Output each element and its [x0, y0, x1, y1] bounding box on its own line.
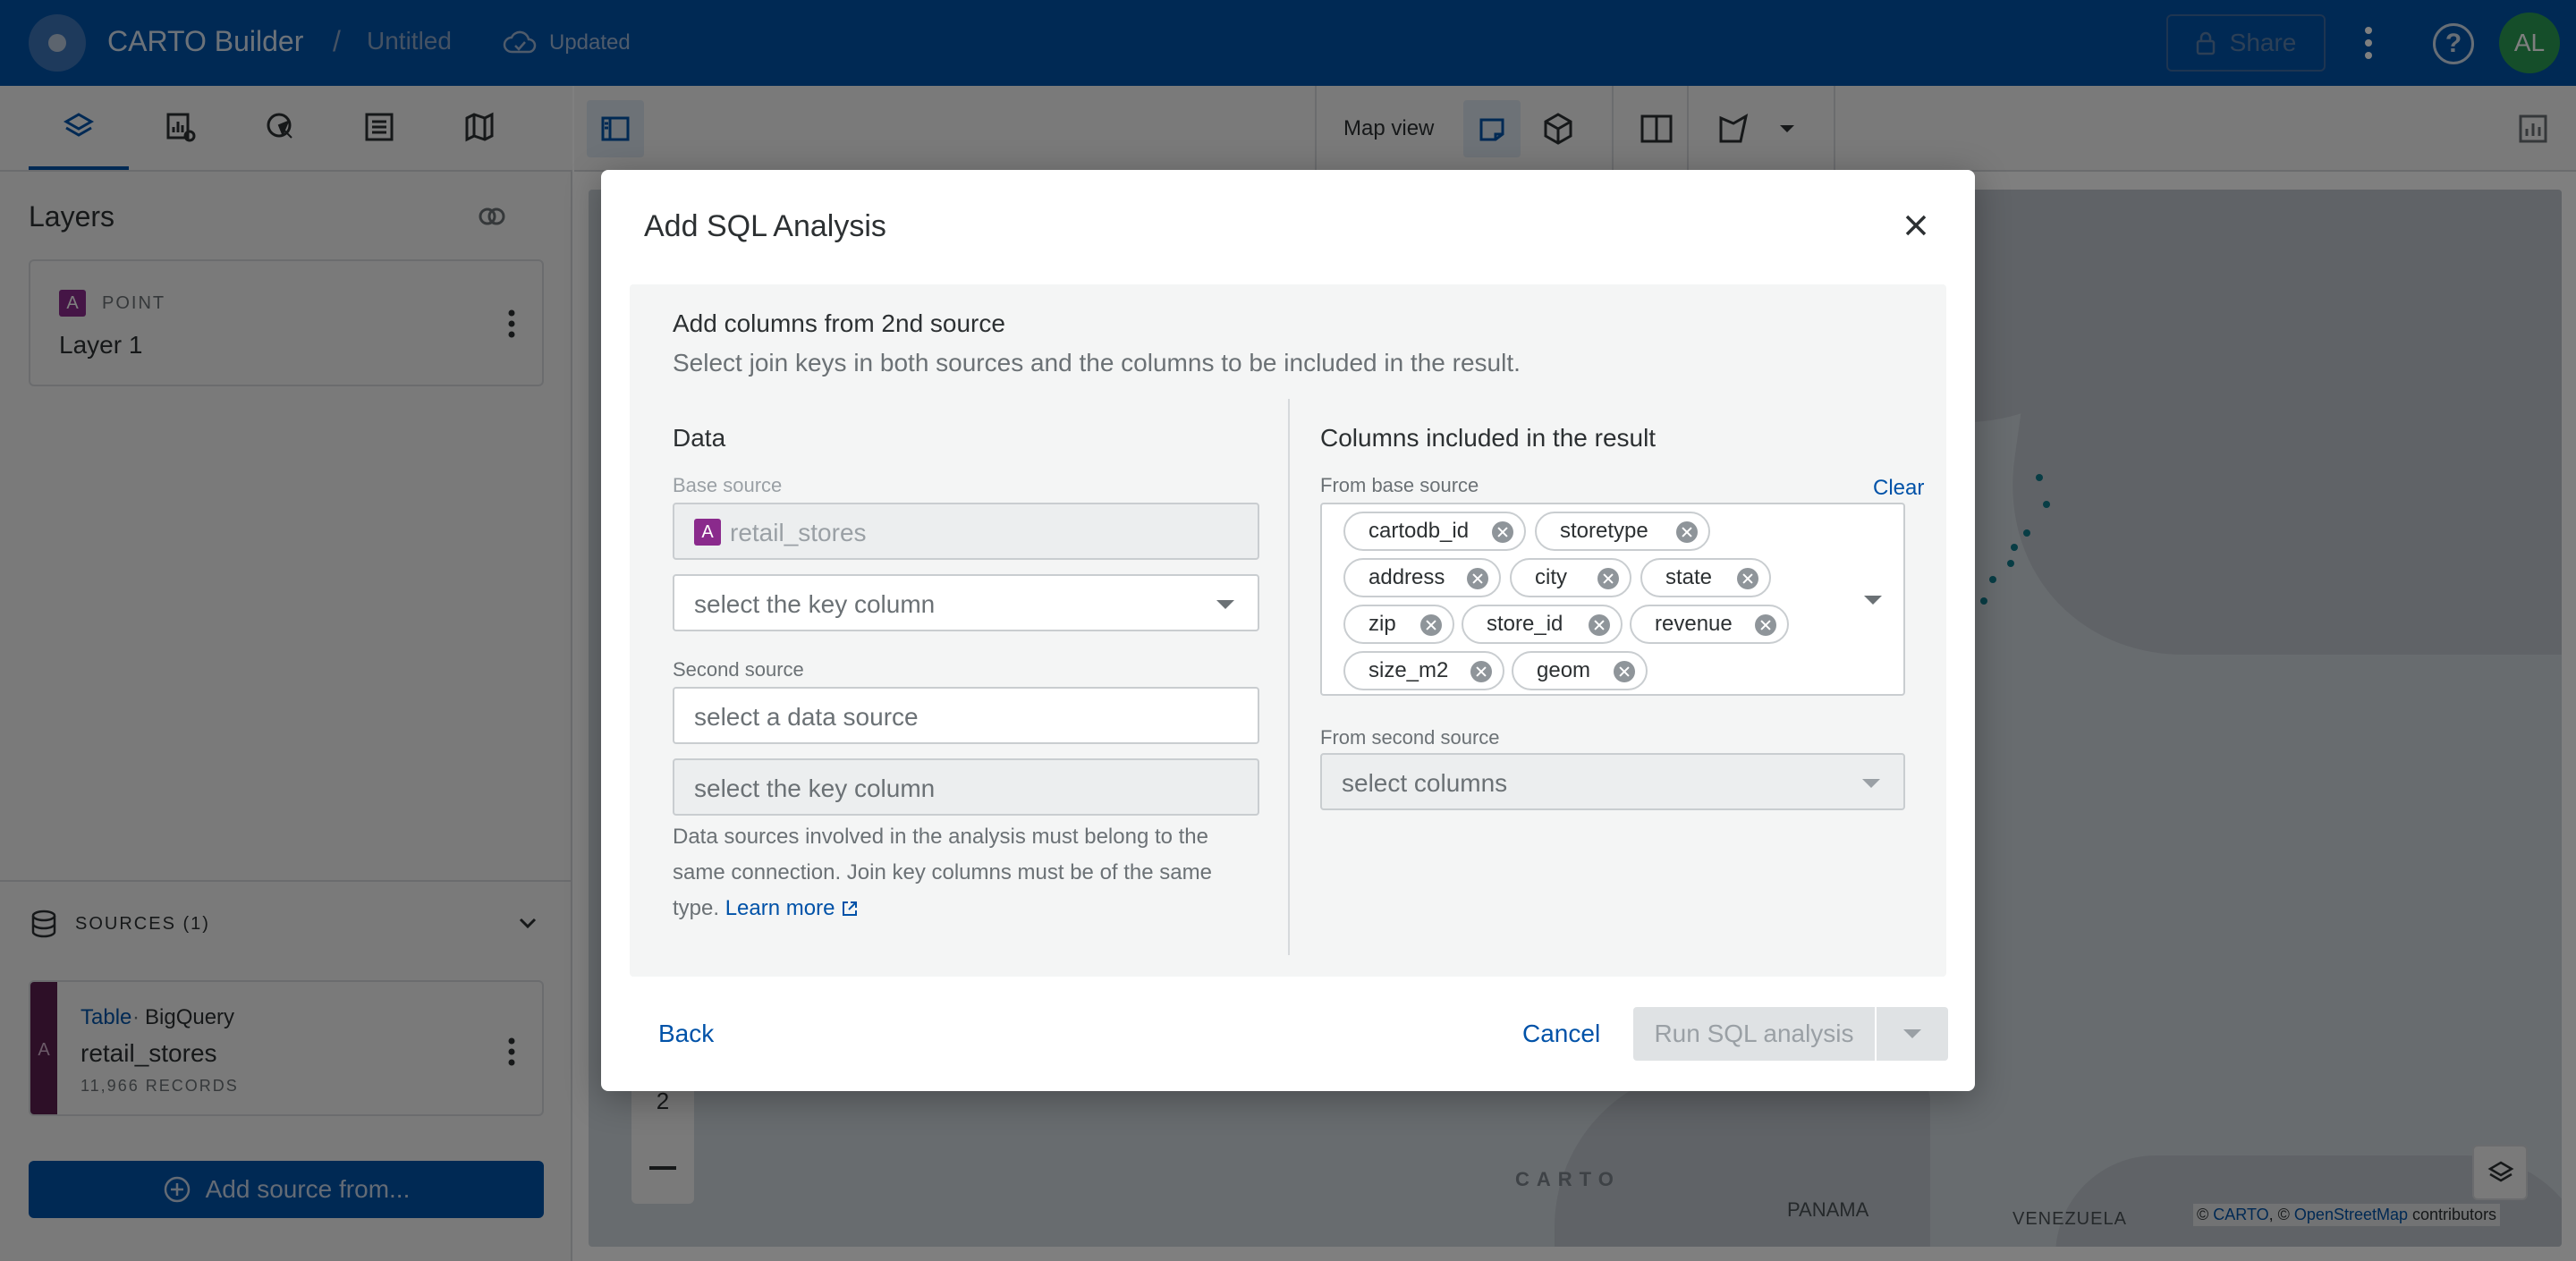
- column-chip: size_m2: [1343, 651, 1504, 690]
- column-chip: address: [1343, 558, 1501, 597]
- caret-down-icon: [1903, 1029, 1921, 1038]
- chip-label: state: [1665, 565, 1713, 589]
- column-chip: store_id: [1462, 605, 1623, 644]
- from-second-label: From second source: [1320, 726, 1500, 749]
- column-chip: zip: [1343, 605, 1454, 644]
- caret-down-icon[interactable]: [1864, 596, 1882, 605]
- column-chip: city: [1510, 558, 1631, 597]
- caret-down-icon: [1862, 779, 1880, 788]
- remove-chip-icon[interactable]: [1597, 568, 1619, 589]
- base-source-label: Base source: [673, 474, 783, 496]
- second-key-select: select the key column: [673, 758, 1259, 816]
- base-source-badge: A: [694, 519, 721, 546]
- dialog-body: Add columns from 2nd source Select join …: [630, 284, 1946, 977]
- second-source-input[interactable]: select a data source: [673, 687, 1259, 744]
- base-columns-multiselect[interactable]: cartodb_id storetype address city state …: [1320, 503, 1905, 696]
- remove-chip-icon[interactable]: [1420, 614, 1442, 636]
- chip-label: zip: [1368, 612, 1396, 636]
- base-source-field: A retail_stores: [673, 503, 1259, 560]
- close-icon[interactable]: [1900, 209, 1932, 241]
- back-button[interactable]: Back: [658, 1020, 714, 1048]
- run-options-button: [1877, 1007, 1948, 1061]
- external-link-icon: [843, 901, 858, 916]
- learn-more-label: Learn more: [724, 896, 835, 920]
- column-chip: revenue: [1630, 605, 1789, 644]
- cancel-button[interactable]: Cancel: [1522, 1020, 1600, 1048]
- chip-label: storetype: [1560, 519, 1648, 543]
- base-source-value: retail_stores: [730, 519, 867, 546]
- chip-label: address: [1368, 565, 1445, 589]
- data-section-title: Data: [673, 424, 726, 452]
- add-sql-analysis-dialog: Add SQL Analysis Add columns from 2nd so…: [601, 170, 1975, 1091]
- step-heading: Add columns from 2nd source: [673, 309, 1005, 337]
- columns-section-title: Columns included in the result: [1320, 424, 1657, 452]
- from-base-label: From base source: [1320, 474, 1479, 496]
- remove-chip-icon[interactable]: [1614, 661, 1635, 682]
- caret-down-icon: [1216, 600, 1234, 609]
- second-columns-select: select columns: [1320, 753, 1905, 810]
- learn-more-link[interactable]: Learn more: [725, 896, 859, 920]
- column-chip: geom: [1512, 651, 1648, 690]
- remove-chip-icon[interactable]: [1676, 521, 1698, 543]
- run-sql-analysis-button: Run SQL analysis: [1633, 1007, 1875, 1061]
- second-source-label: Second source: [673, 658, 804, 681]
- chip-label: store_id: [1487, 612, 1563, 636]
- column-chip: state: [1640, 558, 1771, 597]
- remove-chip-icon[interactable]: [1737, 568, 1758, 589]
- remove-chip-icon[interactable]: [1589, 614, 1610, 636]
- column-chip: cartodb_id: [1343, 512, 1526, 551]
- remove-chip-icon[interactable]: [1492, 521, 1513, 543]
- base-key-select[interactable]: select the key column: [673, 574, 1259, 631]
- second-source-placeholder: select a data source: [694, 703, 919, 731]
- remove-chip-icon[interactable]: [1755, 614, 1776, 636]
- chip-label: city: [1535, 565, 1567, 589]
- column-chip: storetype: [1535, 512, 1710, 551]
- dialog-title: Add SQL Analysis: [644, 209, 886, 243]
- step-subheading: Select join keys in both sources and the…: [673, 349, 1521, 377]
- chip-label: size_m2: [1368, 658, 1449, 682]
- chip-label: revenue: [1655, 612, 1733, 636]
- help-text: Data sources involved in the analysis mu…: [673, 819, 1245, 927]
- run-label: Run SQL analysis: [1654, 1020, 1854, 1047]
- column-divider: [1288, 399, 1290, 955]
- second-key-placeholder: select the key column: [694, 774, 936, 802]
- chip-label: geom: [1537, 658, 1591, 682]
- second-columns-placeholder: select columns: [1342, 769, 1508, 797]
- base-key-placeholder: select the key column: [694, 590, 936, 618]
- remove-chip-icon[interactable]: [1470, 661, 1492, 682]
- chip-label: cartodb_id: [1368, 519, 1470, 543]
- remove-chip-icon[interactable]: [1467, 568, 1488, 589]
